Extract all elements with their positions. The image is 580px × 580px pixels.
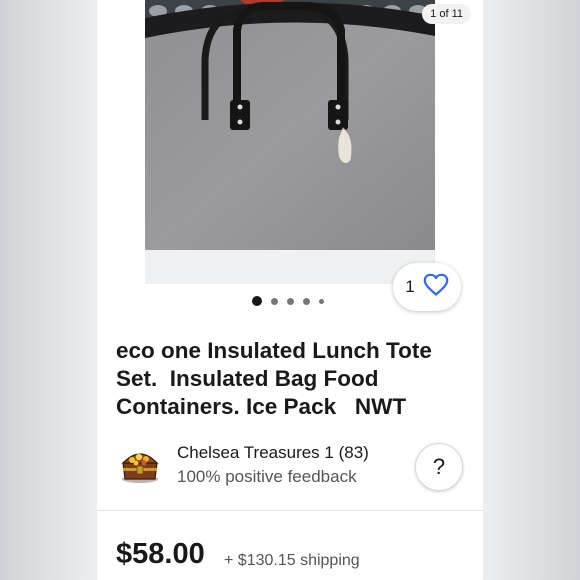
treasure-chest-icon[interactable] [119,443,161,485]
image-gallery[interactable]: 1 of 11 [97,0,483,284]
seller-name[interactable]: Chelsea Treasures 1 (83) [177,443,369,463]
pagination-dot[interactable] [319,298,324,304]
section-divider [97,510,483,511]
seller-section[interactable]: Chelsea Treasures 1 (83) 100% positive f… [116,440,466,492]
shipping-cost: + $130.15 shipping [224,552,360,569]
product-image[interactable] [145,0,435,284]
pagination-dot[interactable] [271,297,278,305]
listing-screen: 1 of 11 1 eco one Insulated Lunch Tote S… [97,0,483,580]
seller-feedback: 100% positive feedback [177,467,357,486]
background-right-blur [483,0,580,580]
help-button[interactable]: ? [415,443,463,491]
background-left-blur [0,0,97,580]
pagination-dot[interactable] [287,297,294,305]
item-price: $58.00 [116,538,205,570]
pagination-dot-active[interactable] [252,296,262,306]
listing-title: eco one Insulated Lunch Tote Set. Insula… [116,338,439,419]
gallery-pagination [97,294,483,308]
pagination-dot[interactable] [303,297,310,305]
image-counter: 1 of 11 [422,4,471,24]
bag-illustration [145,0,435,284]
